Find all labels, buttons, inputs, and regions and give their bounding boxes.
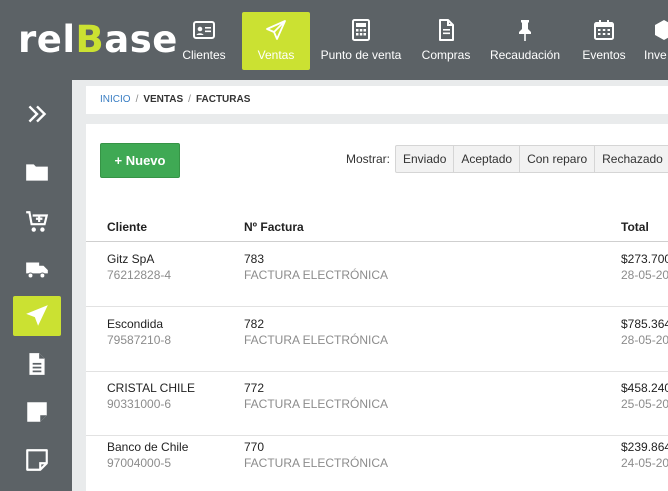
sidebar-item-document[interactable] — [13, 344, 61, 384]
top-navigation-bar: relBase Clientes Ventas Punto de venta C… — [0, 0, 668, 80]
id-card-icon — [180, 17, 228, 47]
invoice-total: $273.700 — [621, 252, 668, 266]
breadcrumb-separator: / — [188, 94, 191, 105]
table-row[interactable]: Banco de Chile 97004000-5 770 FACTURA ELEC… — [86, 431, 668, 491]
invoice-type: FACTURA ELECTRÓNICA — [244, 456, 389, 470]
invoice-number[interactable]: 772 — [244, 381, 388, 395]
breadcrumb-current-page: FACTURAS — [195, 94, 251, 105]
paper-plane-icon — [242, 17, 310, 47]
cart-plus-icon — [26, 211, 49, 232]
breadcrumb-separator: / — [135, 94, 139, 105]
client-rut: 90331000-6 — [107, 397, 172, 411]
sidebar — [0, 80, 72, 491]
client-name[interactable]: Gitz SpA — [107, 252, 171, 266]
invoice-total: $239.864 — [621, 440, 668, 454]
logo-text-prefix: rel — [18, 18, 76, 61]
nav-punto-de-venta[interactable]: Punto de venta — [318, 12, 404, 70]
client-name[interactable]: Escondida — [107, 317, 171, 331]
sidebar-item-note-outline[interactable] — [13, 440, 61, 480]
invoice-number[interactable]: 770 — [244, 440, 388, 454]
nav-inventario-label: Inve — [644, 48, 667, 62]
table-row[interactable]: Escondida 79587210-8 782 FACTURA ELECTRÓNI… — [86, 308, 668, 372]
filter-enviado-button[interactable]: Enviado — [396, 146, 455, 172]
nav-inventario[interactable]: Inve — [644, 12, 668, 70]
box-icon — [644, 17, 668, 47]
filter-aceptado-button[interactable]: Aceptado — [454, 146, 521, 172]
folder-icon — [26, 164, 48, 181]
calculator-icon — [318, 17, 404, 47]
logo-text-suffix: ase — [104, 18, 178, 61]
column-header-cliente[interactable]: Cliente — [107, 220, 147, 234]
invoice-date: 28-05-20 — [621, 333, 668, 347]
relbase-logo[interactable]: relBase — [18, 20, 178, 60]
document-icon — [418, 17, 474, 47]
nav-ventas-label: Ventas — [257, 48, 295, 62]
sidebar-item-note[interactable] — [13, 392, 61, 432]
truck-icon — [26, 262, 48, 279]
filter-con-reparo-button[interactable]: Con reparo — [520, 146, 596, 172]
breadcrumb-ventas-link[interactable]: VENTAS — [143, 94, 183, 105]
column-header-total[interactable]: Total — [621, 220, 649, 234]
client-rut: 97004000-5 — [107, 456, 172, 470]
paper-plane-icon — [26, 305, 48, 326]
table-row[interactable]: Gitz SpA 76212828-4 783 FACTURA ELECTRÓNIC… — [86, 243, 668, 307]
nav-ventas[interactable]: Ventas — [242, 12, 310, 70]
invoice-type: FACTURA ELECTRÓNICA — [244, 268, 389, 282]
nav-eventos[interactable]: Eventos — [578, 12, 630, 70]
table-header: Cliente Nº Factura Total — [86, 214, 668, 242]
invoice-date: 25-05-20 — [621, 397, 668, 411]
calendar-icon — [578, 17, 630, 47]
nav-punto-de-venta-label: Punto de venta — [320, 48, 402, 62]
logo-text-b: B — [75, 18, 105, 61]
nav-compras[interactable]: Compras — [418, 12, 474, 70]
nav-clientes-label: Clientes — [182, 48, 226, 62]
invoice-type: FACTURA ELECTRÓNICA — [244, 333, 389, 347]
nav-clientes[interactable]: Clientes — [180, 12, 228, 70]
show-filter-label: Mostrar: — [346, 152, 391, 166]
nav-recaudacion-label: Recaudación — [489, 48, 561, 62]
sidebar-item-delivery[interactable] — [13, 249, 61, 289]
client-rut: 76212828-4 — [107, 268, 172, 282]
sidebar-item-ventas[interactable] — [13, 296, 61, 336]
double-chevron-right-icon — [28, 105, 47, 123]
sidebar-item-cart[interactable] — [13, 202, 61, 242]
invoices-panel: + Nuevo Mostrar: Enviado Aceptado Con re… — [86, 124, 668, 491]
breadcrumb-home-link[interactable]: INICIO — [100, 94, 131, 105]
sidebar-expand[interactable] — [13, 94, 61, 134]
breadcrumb: INICIO / VENTAS / FACTURAS — [86, 86, 668, 114]
status-filter-group: Enviado Aceptado Con reparo Rechazado — [395, 145, 668, 173]
client-name[interactable]: CRISTAL CHILE — [107, 381, 195, 395]
sticky-note-outline-icon — [26, 449, 48, 471]
invoice-number[interactable]: 782 — [244, 317, 388, 331]
invoice-number[interactable]: 783 — [244, 252, 388, 266]
new-invoice-button[interactable]: + Nuevo — [100, 143, 180, 178]
pin-icon — [488, 17, 562, 47]
sidebar-item-folder[interactable] — [13, 152, 61, 192]
nav-eventos-label: Eventos — [582, 48, 626, 62]
table-row[interactable]: CRISTAL CHILE 90331000-6 772 FACTURA ELECT… — [86, 372, 668, 436]
invoice-type: FACTURA ELECTRÓNICA — [244, 397, 389, 411]
invoice-total: $785.364 — [621, 317, 668, 331]
client-rut: 79587210-8 — [107, 333, 172, 347]
invoice-total: $458.240 — [621, 381, 668, 395]
sticky-note-icon — [27, 402, 47, 422]
column-header-numero-factura[interactable]: Nº Factura — [244, 220, 304, 234]
document-icon — [29, 353, 45, 375]
invoice-date: 28-05-20 — [621, 268, 668, 282]
client-name[interactable]: Banco de Chile — [107, 440, 188, 454]
nav-recaudacion[interactable]: Recaudación — [488, 12, 562, 70]
filter-rechazado-button[interactable]: Rechazado — [595, 146, 668, 172]
invoice-date: 24-05-20 — [621, 456, 668, 470]
nav-compras-label: Compras — [421, 48, 471, 62]
